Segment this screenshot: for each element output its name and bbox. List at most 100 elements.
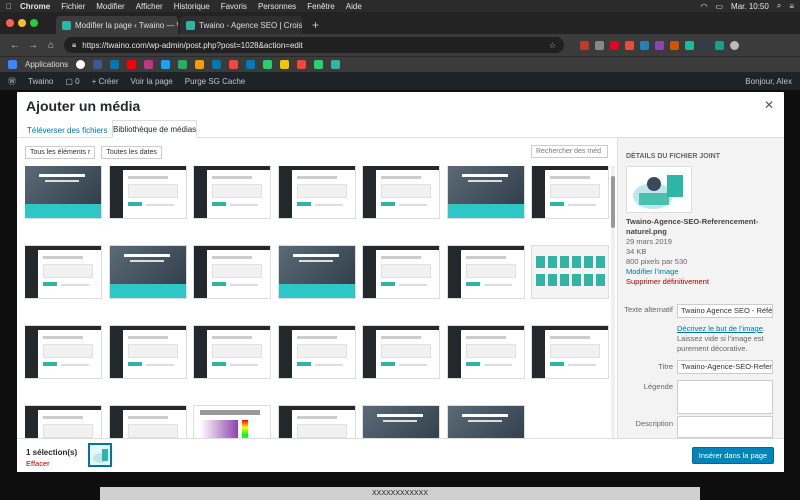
- tab-media-library[interactable]: Bibliothèque de médias: [112, 120, 198, 138]
- close-window-button[interactable]: [6, 19, 14, 27]
- media-thumbnail[interactable]: [278, 326, 355, 378]
- new-tab-button[interactable]: +: [304, 18, 327, 34]
- menu-modifier[interactable]: Modifier: [96, 2, 124, 11]
- menu-historique[interactable]: Historique: [174, 2, 210, 11]
- menu-favoris[interactable]: Favoris: [221, 2, 247, 11]
- alt-help-link[interactable]: Décrivez le but de l’image: [677, 324, 763, 333]
- media-thumbnail[interactable]: [278, 406, 355, 438]
- extension-icon[interactable]: [595, 40, 604, 50]
- apps-grid-icon[interactable]: [8, 60, 17, 69]
- wordpress-logo-icon[interactable]: Ⓦ: [8, 76, 16, 87]
- clock[interactable]: Mar. 10:50: [731, 2, 769, 11]
- media-thumbnail[interactable]: [532, 326, 608, 378]
- apple-icon[interactable]: : [6, 2, 20, 11]
- extension-icon[interactable]: [715, 40, 724, 50]
- profile-avatar[interactable]: [730, 40, 739, 50]
- media-search-input[interactable]: Rechercher des méd: [531, 145, 608, 158]
- bookmark-icon[interactable]: [263, 60, 273, 69]
- bookmark-icon[interactable]: [195, 60, 205, 69]
- minimize-window-button[interactable]: [18, 19, 26, 27]
- media-thumbnail[interactable]: [25, 326, 101, 378]
- selected-thumbnail[interactable]: [88, 443, 112, 467]
- media-thumbnail[interactable]: [447, 406, 524, 438]
- media-thumbnail[interactable]: [532, 166, 608, 218]
- media-thumbnail[interactable]: [25, 406, 101, 438]
- purge-cache-button[interactable]: Purge SG Cache: [185, 77, 245, 86]
- browser-tab-2[interactable]: Twaino - Agence SEO | Croissa ×: [180, 16, 302, 34]
- back-icon[interactable]: ←: [6, 40, 24, 51]
- linkedin-icon[interactable]: [110, 60, 120, 69]
- home-icon[interactable]: ⌂: [42, 40, 60, 51]
- media-thumbnail[interactable]: [447, 166, 524, 218]
- delete-permanently-link[interactable]: Supprimer définitivement: [626, 277, 776, 287]
- media-thumbnail[interactable]: [194, 166, 270, 218]
- extension-icon[interactable]: [580, 40, 589, 50]
- alt-text-input[interactable]: Twaino Agence SEO - Référ: [677, 304, 773, 318]
- battery-icon[interactable]: ▭: [715, 2, 723, 11]
- media-thumbnail[interactable]: [25, 246, 101, 298]
- analytics-icon[interactable]: [280, 60, 290, 69]
- edit-image-link[interactable]: Modifier l’image: [626, 267, 776, 277]
- pinterest-icon[interactable]: [610, 40, 619, 50]
- media-thumbnail[interactable]: [109, 166, 186, 218]
- extension-icon[interactable]: [670, 40, 679, 50]
- youtube-icon[interactable]: [127, 60, 137, 69]
- scrollbar-thumb[interactable]: [611, 176, 615, 228]
- media-thumbnail[interactable]: [363, 166, 439, 218]
- tab-upload-files[interactable]: Téléverser des fichiers: [21, 124, 113, 138]
- close-modal-icon[interactable]: ✕: [764, 98, 774, 112]
- bookmark-applications[interactable]: Applications: [25, 60, 68, 69]
- extension-icon[interactable]: [700, 40, 709, 50]
- media-thumbnail[interactable]: [194, 246, 270, 298]
- media-thumbnail[interactable]: [363, 406, 439, 438]
- view-page-link[interactable]: Voir la page: [131, 77, 173, 86]
- facebook-icon[interactable]: [93, 60, 103, 69]
- media-thumbnail[interactable]: [278, 166, 355, 218]
- bookmark-icon[interactable]: [229, 60, 239, 69]
- twitter-icon[interactable]: [161, 60, 171, 69]
- filter-date-select[interactable]: Toutes les dates: [101, 146, 162, 159]
- menu-afficher[interactable]: Afficher: [136, 2, 163, 11]
- insert-into-page-button[interactable]: Insérer dans la page: [692, 447, 774, 464]
- media-thumbnail[interactable]: [278, 246, 355, 298]
- bookmark-star-icon[interactable]: ☆: [549, 41, 556, 50]
- forward-icon[interactable]: →: [24, 40, 42, 51]
- filter-type-select[interactable]: Tous les éléments r: [25, 146, 96, 159]
- media-thumbnail[interactable]: [447, 246, 524, 298]
- whatsapp-icon[interactable]: [314, 60, 324, 69]
- media-thumbnail[interactable]: [194, 406, 270, 438]
- media-thumbnail[interactable]: [109, 326, 186, 378]
- title-input[interactable]: Twaino-Agence-SEO-Referen: [677, 360, 773, 374]
- media-thumbnail[interactable]: [532, 246, 608, 298]
- menu-aide[interactable]: Aide: [346, 2, 362, 11]
- menu-list-icon[interactable]: ≡: [789, 2, 794, 11]
- bookmark-icon[interactable]: [178, 60, 188, 69]
- media-thumbnail[interactable]: [363, 246, 439, 298]
- extension-icon[interactable]: [625, 40, 634, 50]
- menu-fichier[interactable]: Fichier: [61, 2, 85, 11]
- media-thumbnail[interactable]: [25, 166, 101, 218]
- media-thumbnail[interactable]: [109, 406, 186, 438]
- browser-tab-1[interactable]: Modifier la page ‹ Twaino — W ×: [56, 16, 178, 34]
- menu-personnes[interactable]: Personnes: [258, 2, 296, 11]
- clear-selection-link[interactable]: Effacer: [26, 459, 50, 468]
- media-thumbnail[interactable]: [194, 326, 270, 378]
- extension-icon[interactable]: [655, 40, 664, 50]
- description-textarea[interactable]: [677, 416, 773, 438]
- comments-icon[interactable]: ▢ 0: [65, 77, 79, 86]
- new-content-menu[interactable]: + Créer: [92, 77, 119, 86]
- media-thumbnail[interactable]: [447, 326, 524, 378]
- trello-icon[interactable]: [246, 60, 256, 69]
- twaino-icon[interactable]: [331, 60, 341, 69]
- extension-icon[interactable]: [640, 40, 649, 50]
- menu-app[interactable]: Chrome: [20, 2, 50, 11]
- url-input[interactable]: 🔒︎ https://twaino.com/wp-admin/post.php?…: [64, 37, 564, 53]
- caption-textarea[interactable]: [677, 380, 773, 414]
- bookmark-icon[interactable]: [297, 60, 307, 69]
- account-menu[interactable]: Bonjour, Alex: [745, 77, 792, 86]
- wifi-icon[interactable]: ◠: [700, 2, 707, 11]
- media-thumbnail[interactable]: [109, 246, 186, 298]
- menu-fenetre[interactable]: Fenêtre: [307, 2, 335, 11]
- google-icon[interactable]: [76, 60, 86, 69]
- search-icon[interactable]: ⌕: [777, 1, 781, 11]
